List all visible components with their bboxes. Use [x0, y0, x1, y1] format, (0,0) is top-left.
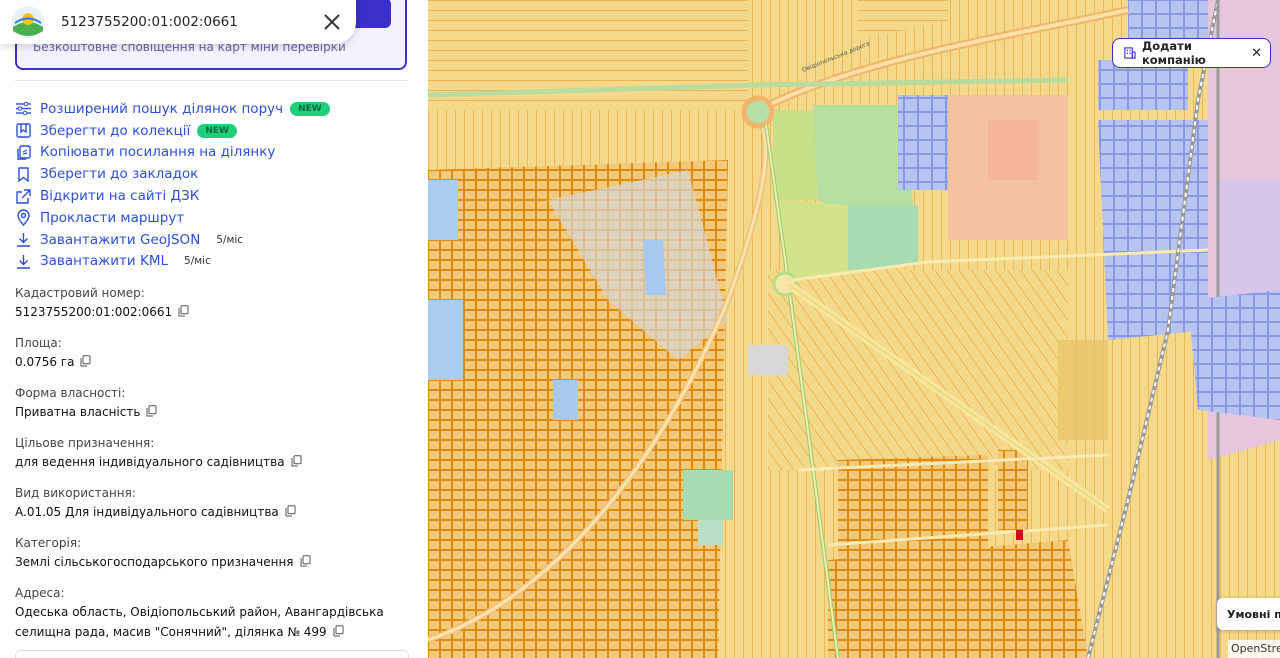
- copy-link-link[interactable]: Копіювати посилання на ділянку: [15, 142, 415, 164]
- field-value-row: 0.0756 га: [15, 352, 415, 372]
- field-label: Кадастровий номер:: [15, 286, 145, 300]
- action-label: Відкрити на сайті ДЗК: [40, 188, 200, 205]
- sidebar: Безкоштовне сповіщення на карт міни пере…: [0, 0, 428, 658]
- purpose-value: для ведення індивідуального садівництва: [15, 455, 285, 469]
- field-cadastral-number: Кадастровий номер: 5123755200:01:002:066…: [15, 284, 415, 322]
- action-list: Розширений пошук ділянок поруч NEW Збере…: [15, 98, 415, 272]
- close-icon[interactable]: [322, 12, 342, 32]
- ownership-value: Приватна власність: [15, 405, 141, 419]
- download-kml-link[interactable]: Завантажити KML 5/міс: [15, 251, 415, 273]
- route-link[interactable]: Прокласти маршрут: [15, 207, 415, 229]
- sliders-icon: [16, 102, 31, 116]
- map-canvas[interactable]: Овідіопольська дорога: [428, 0, 1280, 658]
- field-label: Адреса:: [15, 586, 65, 600]
- field-label: Форма власності:: [15, 386, 126, 400]
- copy-icon[interactable]: [300, 555, 311, 567]
- field-label: Цільове призначення:: [15, 436, 155, 450]
- advanced-search-link[interactable]: Розширений пошук ділянок поруч NEW: [15, 98, 415, 120]
- field-label: Вид використання:: [15, 486, 136, 500]
- copy-icon[interactable]: [333, 625, 344, 637]
- field-value-row: Приватна власність: [15, 402, 415, 422]
- close-icon[interactable]: ✕: [1251, 46, 1262, 61]
- field-label: Категорія:: [15, 536, 82, 550]
- cadastral-number-value: 5123755200:01:002:0661: [15, 305, 173, 319]
- add-company-button[interactable]: Додати компанію ✕: [1112, 38, 1271, 68]
- copy-icon[interactable]: [291, 455, 302, 467]
- action-label: Розширений пошук ділянок поруч: [40, 100, 284, 117]
- usage-value: A.01.05 Для індивідуального садівництва: [15, 505, 279, 519]
- selected-parcel[interactable]: [1016, 530, 1023, 540]
- bottom-card: [15, 650, 409, 658]
- external-link-icon: [16, 188, 31, 204]
- save-collection-link[interactable]: Зберегти до колекції NEW: [15, 120, 415, 142]
- field-usage: Вид використання: A.01.05 Для індивідуал…: [15, 484, 415, 522]
- action-label: Прокласти маршрут: [40, 209, 185, 226]
- divider: [15, 80, 407, 81]
- download-icon: [17, 254, 30, 269]
- collection-icon: [16, 123, 31, 138]
- field-value-row: A.01.05 Для індивідуального садівництва: [15, 502, 415, 522]
- action-label: Завантажити KML: [40, 253, 169, 270]
- search-input[interactable]: 5123755200:01:002:0661: [61, 14, 322, 30]
- parcel-details: Кадастровий номер: 5123755200:01:002:066…: [15, 284, 415, 654]
- action-label: Зберегти до закладок: [40, 166, 199, 183]
- bookmark-link[interactable]: Зберегти до закладок: [15, 163, 415, 185]
- location-pin-icon: [17, 209, 30, 227]
- open-dzk-link[interactable]: Відкрити на сайті ДЗК: [15, 185, 415, 207]
- area-value: 0.0756 га: [15, 355, 75, 369]
- action-label: Завантажити GeoJSON: [40, 231, 201, 248]
- cadastral-map[interactable]: Овідіопольська дорога Умовні по OpenStre: [428, 0, 1280, 658]
- field-value-row: Одеська область, Овідіопольський район, …: [15, 602, 410, 642]
- download-limit: 5/міс: [216, 233, 244, 246]
- map-attribution[interactable]: OpenStre: [1228, 640, 1280, 658]
- field-value-row: для ведення індивідуального садівництва: [15, 452, 415, 472]
- field-label: Площа:: [15, 336, 62, 350]
- app-logo-icon: [12, 6, 44, 38]
- building-icon: [1124, 47, 1136, 59]
- field-value-row: Землі сільськогосподарського призначення: [15, 552, 415, 572]
- bookmark-icon: [18, 167, 29, 183]
- action-label: Зберегти до колекції: [40, 122, 191, 139]
- field-ownership: Форма власності: Приватна власність: [15, 384, 415, 422]
- copy-icon[interactable]: [178, 305, 189, 317]
- copy-icon[interactable]: [80, 355, 91, 367]
- field-value-row: 5123755200:01:002:0661: [15, 302, 415, 322]
- new-badge: NEW: [290, 101, 330, 116]
- legend-button[interactable]: Умовні по: [1217, 598, 1280, 630]
- field-category: Категорія: Землі сільськогосподарського …: [15, 534, 415, 572]
- field-purpose: Цільове призначення: для ведення індивід…: [15, 434, 415, 472]
- category-value: Землі сільськогосподарського призначення: [15, 555, 294, 569]
- add-company-label: Додати компанію: [1141, 39, 1206, 67]
- download-limit: 5/міс: [184, 255, 211, 268]
- field-area: Площа: 0.0756 га: [15, 334, 415, 372]
- search-bar[interactable]: 5123755200:01:002:0661: [0, 0, 356, 44]
- copy-icon[interactable]: [285, 505, 296, 517]
- copy-link-icon: [17, 145, 31, 160]
- address-value: Одеська область, Овідіопольський район, …: [15, 605, 384, 639]
- copy-icon[interactable]: [146, 405, 157, 417]
- download-geojson-link[interactable]: Завантажити GeoJSON 5/міс: [15, 229, 415, 251]
- field-address: Адреса: Одеська область, Овідіопольський…: [15, 584, 415, 642]
- new-badge: NEW: [197, 123, 237, 138]
- action-label: Копіювати посилання на ділянку: [40, 144, 276, 161]
- download-icon: [17, 233, 30, 247]
